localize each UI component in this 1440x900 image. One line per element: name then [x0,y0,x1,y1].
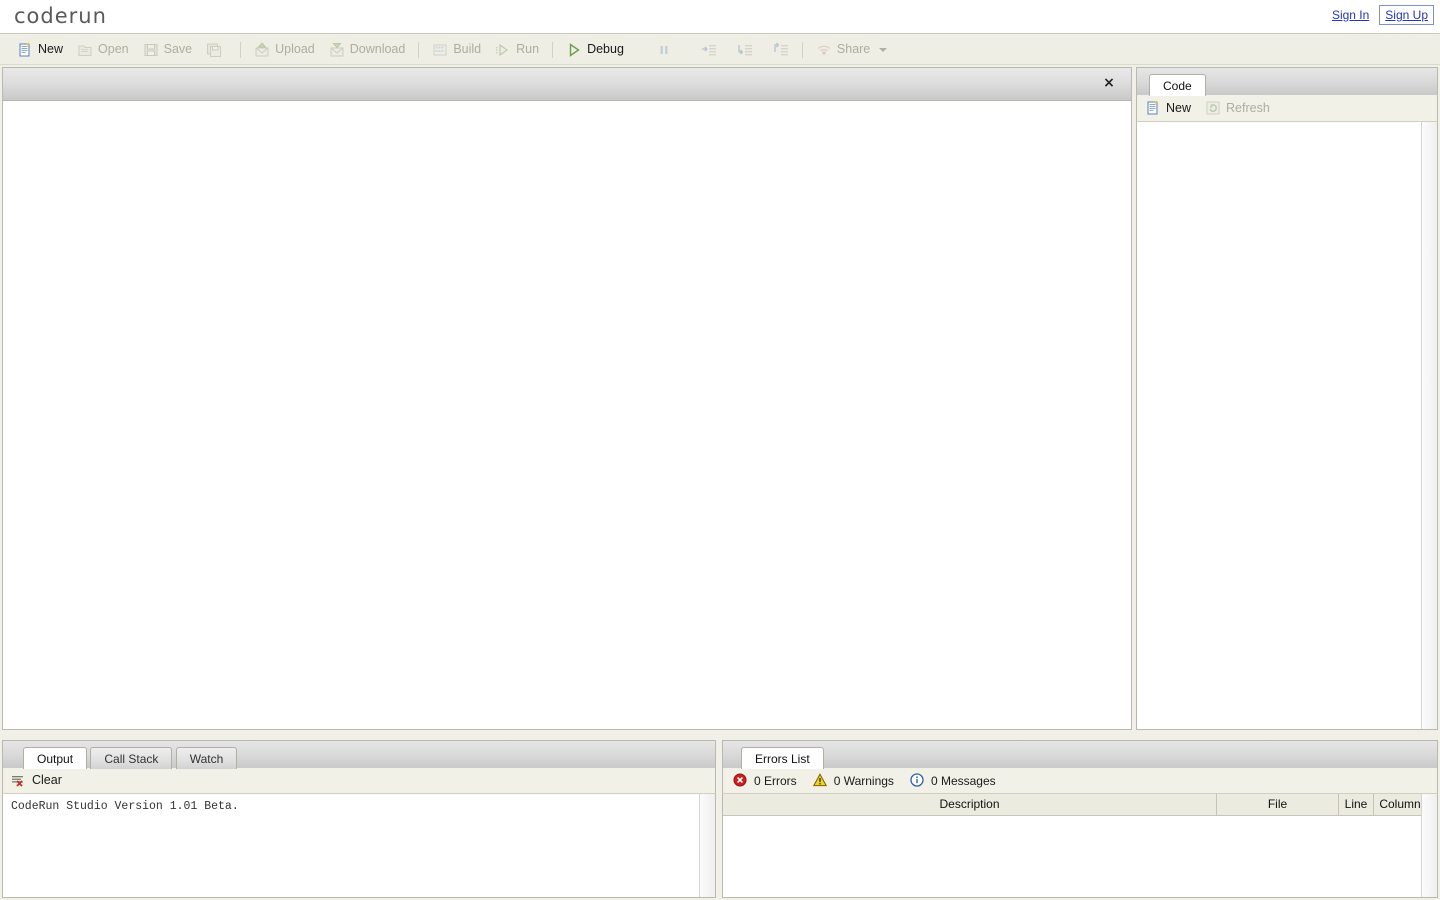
info-icon [910,772,926,789]
step-out-button[interactable] [766,39,796,61]
error-icon [733,773,749,789]
column-header-file[interactable]: File [1217,794,1339,815]
run-arrow-icon [495,42,511,58]
errors-toolbar: 0 Errors 0 Warnings 0 Messages [722,768,1438,794]
code-tabstrip: Code [1136,67,1438,96]
output-scrollbar[interactable] [699,794,715,897]
new-button[interactable]: New [10,39,70,61]
editor-panel: × [2,67,1132,730]
column-header-line[interactable]: Line [1339,794,1374,815]
chevron-down-icon[interactable] [879,47,888,52]
step-over-icon [737,42,753,58]
new-file-icon [17,42,33,58]
column-header-column[interactable]: Column [1374,794,1427,815]
open-button-label: Open [98,42,129,57]
share-icon [816,42,832,58]
save-button-label: Save [163,42,193,57]
upload-button-label: Upload [275,42,315,57]
step-into-icon [701,42,717,58]
auth-links: Sign In Sign Up [1328,5,1434,25]
code-refresh-label: Refresh [1226,100,1270,115]
refresh-icon [1205,100,1221,116]
app-logo: coderun [14,4,107,28]
pause-icon [656,42,672,58]
messages-count-label: 0 Messages [930,773,996,788]
step-out-icon [773,42,789,58]
errors-table-rows[interactable] [723,816,1437,897]
build-button[interactable]: Build [425,39,488,61]
output-tabstrip: Output Call Stack Watch [2,740,716,769]
download-icon [329,42,345,58]
sign-up-link[interactable]: Sign Up [1379,5,1434,25]
build-button-label: Build [453,42,482,57]
step-into-button[interactable] [694,39,724,61]
editor-surface[interactable] [3,101,1131,729]
open-button[interactable]: Open [70,39,136,61]
code-new-label: New [1166,100,1192,115]
output-panel: Output Call Stack Watch Clear CodeRun St… [2,740,716,898]
download-button[interactable]: Download [322,39,413,61]
warnings-count[interactable]: 0 Warnings [812,772,894,789]
upload-button[interactable]: Upload [247,39,322,61]
download-button-label: Download [349,42,406,57]
close-icon[interactable]: × [1101,76,1117,92]
output-body[interactable]: CodeRun Studio Version 1.01 Beta. [2,794,716,898]
clear-output-button[interactable]: Clear [11,770,69,792]
editor-titlebar: × [3,68,1131,101]
errors-tabstrip: Errors List [722,740,1438,769]
code-new-button[interactable]: New [1145,97,1198,119]
save-all-icon [206,42,222,58]
messages-count[interactable]: 0 Messages [910,772,996,789]
tab-call-stack[interactable]: Call Stack [90,747,173,769]
output-toolbar: Clear [2,768,716,794]
share-button[interactable]: Share [809,39,894,61]
errors-count[interactable]: 0 Errors [733,773,797,789]
tab-output[interactable]: Output [23,747,88,769]
debug-play-icon [566,42,582,58]
toolbar-separator-4 [801,41,803,58]
code-file-list[interactable] [1136,122,1438,730]
errors-scrollbar[interactable] [1421,794,1437,897]
code-toolbar: New Refresh [1136,95,1438,122]
toolbar-separator-2 [418,41,420,58]
column-header-description[interactable]: Description [723,794,1217,815]
run-button[interactable]: Run [488,39,546,61]
save-all-button[interactable] [199,39,234,61]
toolbar-separator-1 [240,41,242,58]
app-header: coderun Sign In Sign Up [0,0,1440,34]
debug-button[interactable]: Debug [559,39,631,61]
clear-icon [11,773,27,789]
warning-icon [812,772,829,789]
new-button-label: New [38,42,64,57]
run-button-label: Run [516,42,540,57]
clear-output-label: Clear [32,773,62,788]
tab-code[interactable]: Code [1149,74,1206,96]
errors-count-label: 0 Errors [754,773,797,788]
errors-table-header: Description File Line Column [723,794,1437,816]
tab-errors-list[interactable]: Errors List [741,747,824,769]
errors-body: Description File Line Column [722,794,1438,898]
save-button[interactable]: Save [136,39,200,61]
upload-icon [254,41,270,58]
output-text: CodeRun Studio Version 1.01 Beta. [11,800,239,813]
pause-button[interactable] [649,39,684,61]
sign-in-link[interactable]: Sign In [1328,5,1373,25]
code-refresh-button[interactable]: Refresh [1198,97,1277,119]
tab-watch[interactable]: Watch [175,747,238,769]
build-icon [432,42,448,58]
debug-button-label: Debug [587,42,624,57]
open-folder-icon [77,42,93,58]
code-panel: Code New Refresh [1136,67,1438,730]
main-toolbar: New Open Save Upload Download Build Run … [0,35,1440,65]
new-file-icon [1145,100,1161,116]
warnings-count-label: 0 Warnings [833,773,894,788]
share-button-label: Share [836,42,871,57]
errors-panel: Errors List 0 Errors 0 Warnings 0 Messag… [722,740,1438,898]
step-over-button[interactable] [730,39,760,61]
save-disk-icon [143,42,159,58]
code-list-scrollbar[interactable] [1421,122,1437,729]
toolbar-separator-3 [552,41,554,58]
